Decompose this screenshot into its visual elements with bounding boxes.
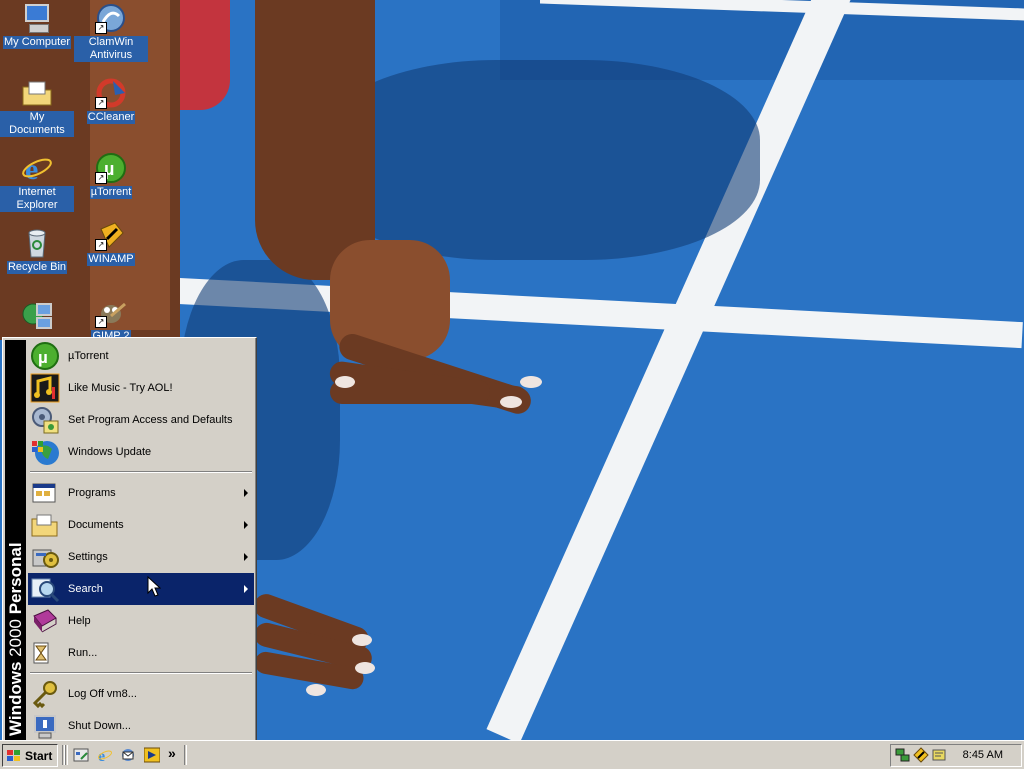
menu-item-label: Help [68, 615, 91, 627]
menu-item-programs[interactable]: Programs [28, 477, 254, 509]
desktop-icon-recycle-bin[interactable]: Recycle Bin [0, 227, 74, 274]
notification-tray-icon[interactable] [931, 747, 947, 763]
menu-item-label: Documents [68, 519, 124, 531]
programs-icon [30, 478, 60, 508]
menu-item-label: Search [68, 583, 103, 595]
menu-item-label: µTorrent [68, 350, 109, 362]
submenu-arrow-icon [244, 489, 248, 497]
desktop-icon-ccleaner[interactable]: ↗ CCleaner [74, 77, 148, 124]
menu-item-like-music-aol[interactable]: Like Music - Try AOL! [28, 372, 254, 404]
outlook-express-icon[interactable] [120, 747, 136, 763]
desktop-icon-label: WINAMP [87, 253, 135, 266]
winamp-icon: ↗ [95, 219, 127, 251]
menu-item-windows-update[interactable]: Windows Update [28, 436, 254, 468]
desktop-icon-my-computer[interactable]: My Computer [0, 2, 74, 49]
menu-separator [30, 672, 252, 674]
desktop-icon-label: My Computer [2, 36, 72, 49]
start-button-label: Start [25, 748, 53, 763]
quick-launch-overflow-button[interactable]: » [168, 745, 176, 761]
desktop-icon-label: µTorrent [89, 186, 133, 199]
menu-item-run[interactable]: Run... [28, 637, 254, 669]
menu-item-utorrent[interactable]: µ µTorrent [28, 340, 254, 372]
desktop-icon-label: Internet Explorer [0, 186, 74, 212]
internet-explorer-icon: e [21, 152, 53, 186]
brand-product: Windows [6, 661, 25, 736]
clock[interactable]: 8:45 AM [963, 749, 1003, 761]
log-off-key-icon [30, 679, 60, 709]
shut-down-icon [30, 711, 60, 741]
menu-item-help[interactable]: Help [28, 605, 254, 637]
submenu-arrow-icon [244, 521, 248, 529]
program-access-icon [30, 405, 60, 435]
menu-item-label: Log Off vm8... [68, 688, 137, 700]
desktop-icon-label: ClamWin Antivirus [74, 36, 148, 62]
my-documents-icon [21, 77, 53, 109]
desktop-icon-utorrent[interactable]: µ ↗ µTorrent [74, 152, 148, 199]
desktop-icon-label: Recycle Bin [6, 261, 68, 274]
music-icon [30, 373, 60, 403]
start-menu: Windows 2000 Personal µ µTorrent Like Mu… [2, 337, 257, 745]
show-desktop-icon[interactable] [73, 747, 89, 763]
menu-item-label: Programs [68, 487, 116, 499]
ccleaner-icon: ↗ [95, 77, 127, 109]
svg-text:µ: µ [38, 348, 48, 367]
menu-item-set-program-access[interactable]: Set Program Access and Defaults [28, 404, 254, 436]
submenu-arrow-icon [244, 553, 248, 561]
recycle-bin-icon [21, 227, 53, 259]
network-icon [21, 300, 53, 332]
system-tray: 8:45 AM [890, 744, 1022, 767]
desktop-icon-gimp[interactable]: ↗ GIMP 2 [74, 296, 148, 343]
menu-item-label: Windows Update [68, 446, 152, 458]
internet-explorer-icon[interactable]: e [97, 747, 113, 765]
menu-item-label: Like Music - Try AOL! [68, 382, 173, 394]
menu-item-label: Set Program Access and Defaults [68, 414, 233, 426]
windows-flag-icon [6, 749, 22, 763]
mouse-cursor-icon [147, 576, 161, 597]
desktop-icon-clamwin[interactable]: ↗ ClamWin Antivirus [74, 2, 148, 62]
menu-item-shut-down[interactable]: Shut Down... [28, 710, 254, 742]
menu-item-label: Settings [68, 551, 108, 563]
run-icon [30, 638, 60, 668]
submenu-arrow-icon [244, 585, 248, 593]
utorrent-icon: µ [30, 341, 60, 371]
winamp-icon[interactable] [143, 747, 161, 763]
taskbar-divider [65, 745, 68, 765]
menu-item-log-off[interactable]: Log Off vm8... [28, 678, 254, 710]
brand-version: 2000 [6, 618, 25, 657]
start-button[interactable]: Start [2, 744, 58, 767]
my-computer-icon [21, 2, 53, 34]
windows-update-icon [30, 437, 60, 467]
desktop-icon-label: My Documents [0, 111, 74, 137]
menu-separator [30, 471, 252, 473]
menu-item-search[interactable]: Search [28, 573, 254, 605]
utorrent-icon: µ ↗ [95, 152, 127, 184]
menu-item-label: Run... [68, 647, 98, 659]
menu-item-settings[interactable]: Settings [28, 541, 254, 573]
gimp-icon: ↗ [95, 296, 127, 328]
desktop-icon-winamp[interactable]: ↗ WINAMP [74, 219, 148, 266]
help-book-icon [30, 606, 60, 636]
taskbar-divider [184, 745, 187, 765]
settings-icon [30, 542, 60, 572]
start-menu-brand-bar: Windows 2000 Personal [5, 340, 26, 740]
documents-folder-icon [30, 510, 60, 540]
brand-edition: Personal [6, 542, 25, 615]
desktop-icon-label: CCleaner [86, 111, 136, 124]
taskbar: Start e » 8:45 AM [0, 740, 1024, 769]
desktop-icon-internet-explorer[interactable]: e Internet Explorer [0, 152, 74, 212]
winamp-tray-icon[interactable] [913, 747, 929, 763]
clamwin-icon: ↗ [95, 2, 127, 34]
brand-text: Windows 2000 Personal [6, 516, 25, 736]
desktop-icon-my-documents[interactable]: My Documents [0, 77, 74, 137]
menu-item-documents[interactable]: Documents [28, 509, 254, 541]
network-tray-icon[interactable] [895, 747, 911, 763]
menu-item-label: Shut Down... [68, 720, 131, 732]
search-icon [30, 574, 60, 604]
